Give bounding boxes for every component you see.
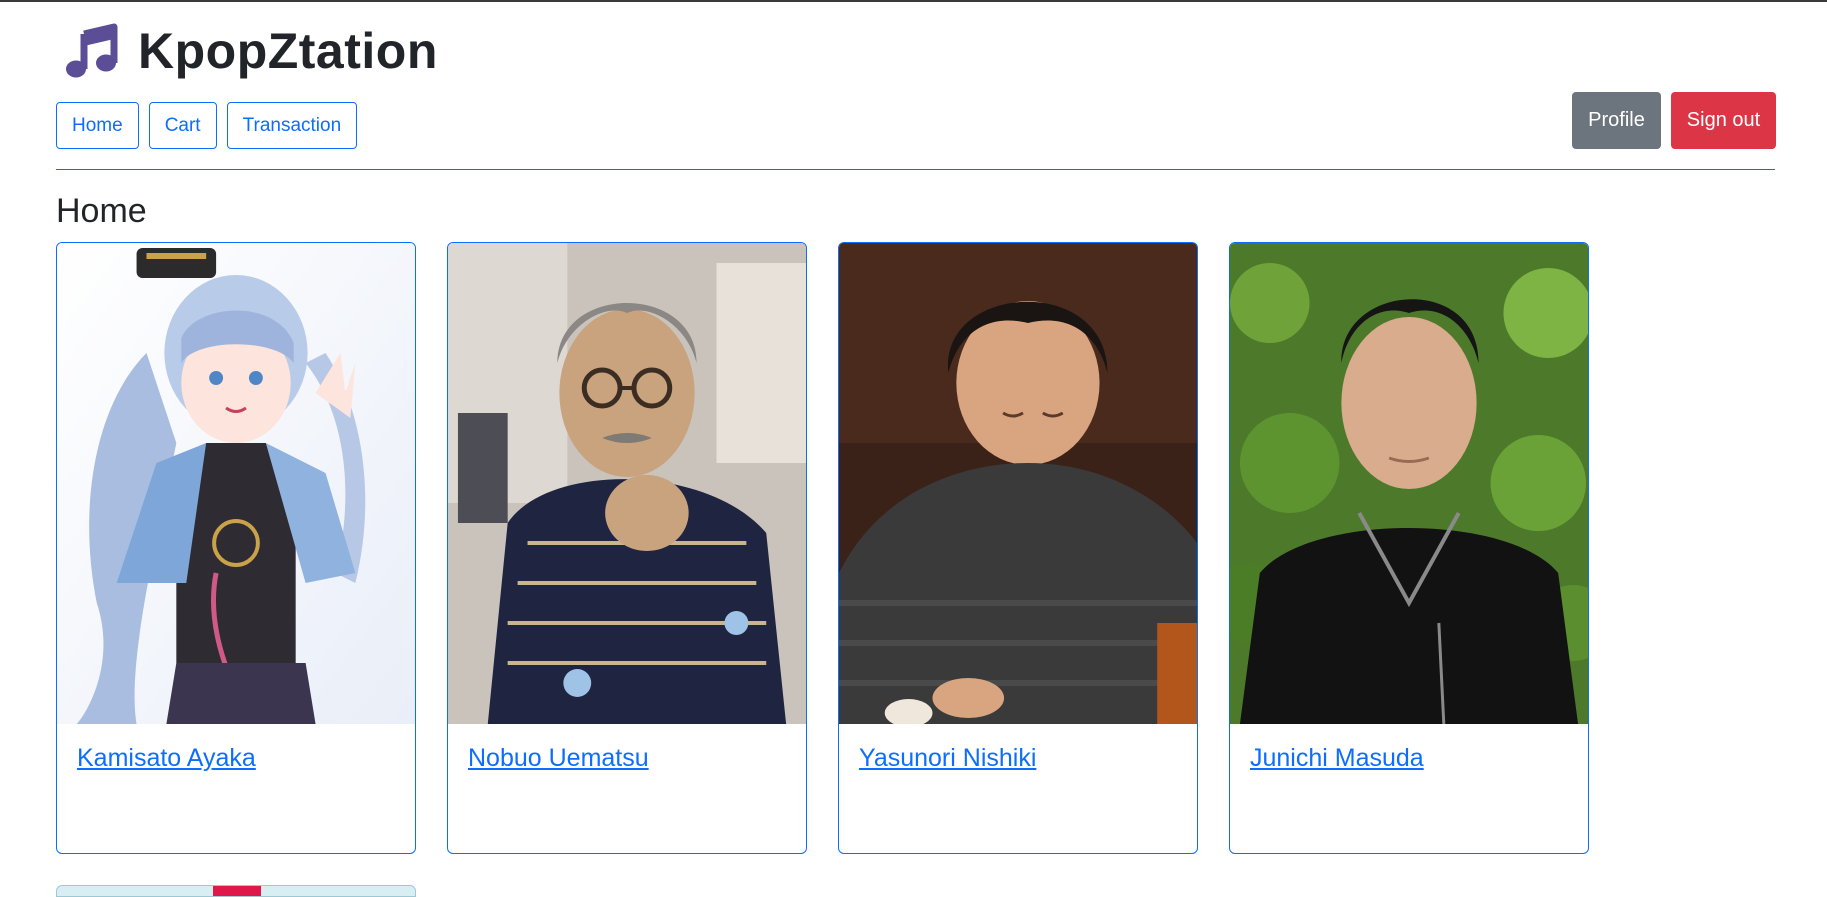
main-nav: Home Cart Transaction: [56, 102, 358, 149]
profile-button[interactable]: Profile: [1572, 92, 1661, 149]
artist-name-link[interactable]: Nobuo Uematsu: [468, 744, 649, 772]
nav-transaction-button[interactable]: Transaction: [226, 102, 358, 149]
music-note-icon: [66, 23, 118, 78]
artist-photo[interactable]: [448, 243, 806, 724]
brand: KpopZtation: [62, 22, 438, 80]
card-body: Yasunori Nishiki: [839, 724, 1197, 793]
artist-photo[interactable]: [1230, 243, 1588, 724]
artist-name-link[interactable]: Junichi Masuda: [1250, 744, 1424, 772]
app-title: KpopZtation: [138, 23, 438, 79]
nav-home-button[interactable]: Home: [56, 102, 139, 149]
artist-grid: Kamisato Ayaka Nobuo Uematsu Yasunori Ni…: [56, 242, 1589, 854]
account-actions: Profile Sign out: [1572, 92, 1776, 149]
page-container: KpopZtation Home Cart Transaction Profil…: [56, 0, 1776, 897]
artist-photo-partial: [213, 886, 261, 896]
artist-name-link[interactable]: Yasunori Nishiki: [859, 744, 1036, 772]
artist-card: Nobuo Uematsu: [447, 242, 807, 854]
artist-photo[interactable]: [839, 243, 1197, 724]
sign-out-button[interactable]: Sign out: [1671, 92, 1776, 149]
page-title: Home: [56, 192, 147, 230]
artist-card: Kamisato Ayaka: [56, 242, 416, 854]
artist-card: Junichi Masuda: [1229, 242, 1589, 854]
artist-name-link[interactable]: Kamisato Ayaka: [77, 744, 256, 772]
header-divider: [56, 169, 1775, 170]
card-body: Kamisato Ayaka: [57, 724, 415, 793]
artist-card-partial: [56, 885, 416, 897]
card-body: Junichi Masuda: [1230, 724, 1588, 793]
artist-photo[interactable]: [57, 243, 415, 724]
artist-card: Yasunori Nishiki: [838, 242, 1198, 854]
card-body: Nobuo Uematsu: [448, 724, 806, 793]
nav-cart-button[interactable]: Cart: [148, 102, 217, 149]
